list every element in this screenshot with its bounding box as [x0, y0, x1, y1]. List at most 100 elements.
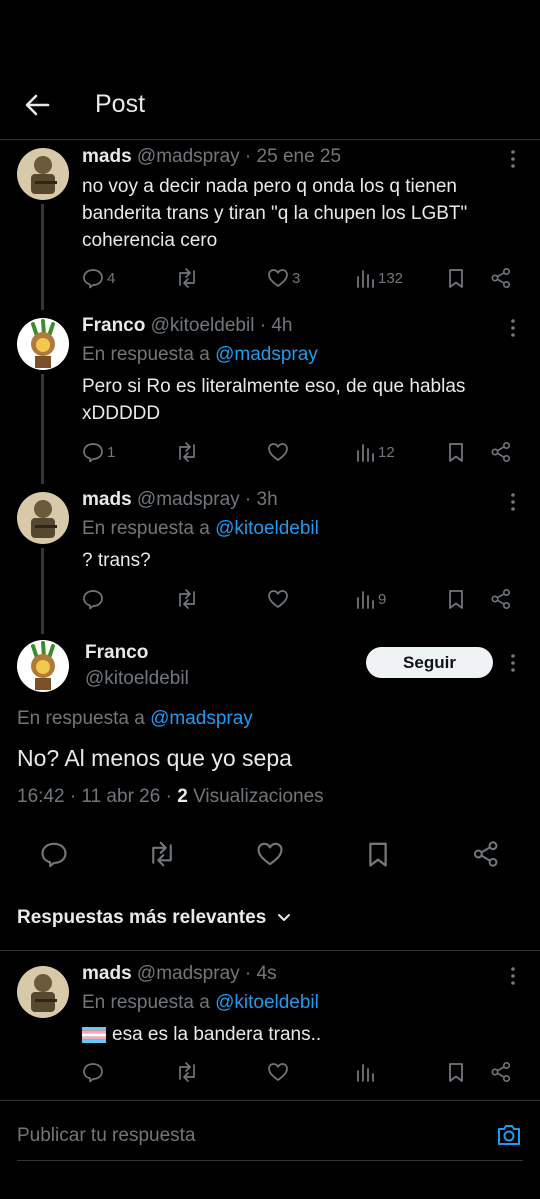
reply-to-link[interactable]: @madspray: [150, 708, 253, 729]
bookmark-button[interactable]: [446, 265, 466, 291]
reply-context: En respuesta a @madspray: [17, 708, 253, 730]
bookmark-icon: [449, 590, 463, 609]
author-name[interactable]: mads: [82, 146, 132, 167]
reply-input[interactable]: [17, 1125, 457, 1147]
repost-button[interactable]: [175, 439, 199, 465]
reply-context: En respuesta a @madspray: [82, 344, 318, 366]
transgender-flag-icon: [82, 1026, 106, 1043]
repost-icon: [179, 1062, 195, 1082]
reply-button[interactable]: 4: [82, 265, 115, 291]
divider: [0, 950, 540, 951]
more-vertical-icon: [511, 654, 515, 672]
tweet-text: ? trans?: [82, 550, 151, 571]
views-chart-icon: [357, 591, 374, 609]
more-vertical-icon: [511, 967, 515, 985]
thread-line: [41, 204, 44, 310]
reply-prefix: En respuesta a: [82, 518, 210, 539]
heart-icon: [257, 842, 283, 866]
author-handle[interactable]: @madspray: [137, 146, 240, 167]
share-icon: [491, 267, 511, 289]
share-icon: [491, 588, 511, 610]
bookmark-button[interactable]: [365, 840, 395, 870]
share-button[interactable]: [490, 1059, 512, 1085]
share-button[interactable]: [490, 586, 512, 612]
like-button[interactable]: 3: [267, 265, 300, 291]
repost-icon: [179, 442, 195, 462]
reply-icon: [83, 443, 103, 463]
reply-count: 4: [107, 269, 116, 287]
bookmark-button[interactable]: [446, 586, 466, 612]
like-button[interactable]: [267, 439, 289, 465]
author-handle[interactable]: @kitoeldebil: [85, 668, 189, 690]
reply-button[interactable]: 1: [82, 439, 115, 465]
reply-icon: [83, 1063, 103, 1083]
sort-label: Respuestas más relevantes: [17, 907, 267, 928]
thread-line: [41, 374, 44, 484]
views-button[interactable]: 132: [355, 265, 403, 291]
tweet-text: Pero si Ro es literalmente eso, de que h…: [82, 376, 466, 424]
more-vertical-icon: [511, 319, 515, 337]
bookmark-button[interactable]: [446, 1059, 466, 1085]
more-options-button[interactable]: [508, 149, 518, 169]
replies-sort-toggle[interactable]: Respuestas más relevantes: [17, 907, 292, 929]
repost-button[interactable]: [175, 1059, 199, 1085]
more-options-button[interactable]: [508, 492, 518, 512]
reply-button[interactable]: [82, 1059, 104, 1085]
more-vertical-icon: [511, 150, 515, 168]
more-options-button[interactable]: [508, 318, 518, 338]
more-options-button[interactable]: [508, 966, 518, 986]
views-button[interactable]: 12: [355, 439, 395, 465]
author-name[interactable]: Franco: [82, 315, 145, 336]
bookmark-icon: [449, 443, 463, 462]
like-button[interactable]: [267, 586, 289, 612]
avatar[interactable]: [17, 492, 69, 544]
like-button[interactable]: [267, 1059, 289, 1085]
views-count: 12: [378, 443, 395, 461]
avatar[interactable]: [17, 148, 69, 200]
bookmark-icon: [449, 1063, 463, 1082]
share-button[interactable]: [490, 265, 512, 291]
heart-icon: [268, 590, 288, 608]
views-button[interactable]: [355, 1059, 375, 1085]
share-button[interactable]: [490, 439, 512, 465]
views-button[interactable]: 9: [355, 586, 386, 612]
reply-to-link[interactable]: @madspray: [215, 344, 318, 365]
reply-icon: [83, 590, 103, 610]
repost-button[interactable]: [175, 586, 199, 612]
author-name[interactable]: mads: [82, 489, 132, 510]
heart-icon: [268, 269, 288, 287]
views-count: 132: [378, 269, 404, 287]
author-handle[interactable]: @madspray: [137, 489, 240, 510]
tweet-time: · 3h: [244, 489, 278, 510]
avatar[interactable]: [17, 966, 69, 1018]
back-button[interactable]: [22, 90, 52, 120]
reply-button[interactable]: [82, 586, 104, 612]
arrow-left-icon: [25, 94, 50, 116]
author-name[interactable]: Franco: [85, 642, 148, 664]
tweet-actions: [0, 1059, 540, 1085]
repost-button[interactable]: [147, 840, 177, 870]
tweet-actions: 1 12: [0, 439, 540, 465]
follow-button[interactable]: Seguir: [366, 647, 493, 678]
author-handle[interactable]: @kitoeldebil: [151, 315, 255, 336]
reply-button[interactable]: [40, 840, 70, 870]
repost-button[interactable]: [175, 265, 199, 291]
share-icon: [473, 841, 498, 867]
reply-icon: [41, 842, 67, 868]
author-handle[interactable]: @madspray: [137, 963, 240, 984]
tweet-time: · 4h: [259, 315, 293, 336]
avatar[interactable]: [17, 318, 69, 370]
reply-to-link[interactable]: @kitoeldebil: [215, 992, 319, 1013]
reply-to-link[interactable]: @kitoeldebil: [215, 518, 319, 539]
page-title: Post: [95, 90, 146, 118]
views-label[interactable]: Visualizaciones: [193, 786, 324, 807]
avatar[interactable]: [17, 640, 69, 692]
author-name[interactable]: mads: [82, 963, 132, 984]
more-options-button[interactable]: [508, 653, 518, 673]
camera-button[interactable]: [495, 1121, 523, 1149]
tweet-timestamp: 16:42 · 11 abr 26 ·: [17, 786, 172, 807]
share-button[interactable]: [472, 840, 502, 870]
bookmark-button[interactable]: [446, 439, 466, 465]
more-vertical-icon: [511, 493, 515, 511]
like-button[interactable]: [256, 840, 286, 870]
